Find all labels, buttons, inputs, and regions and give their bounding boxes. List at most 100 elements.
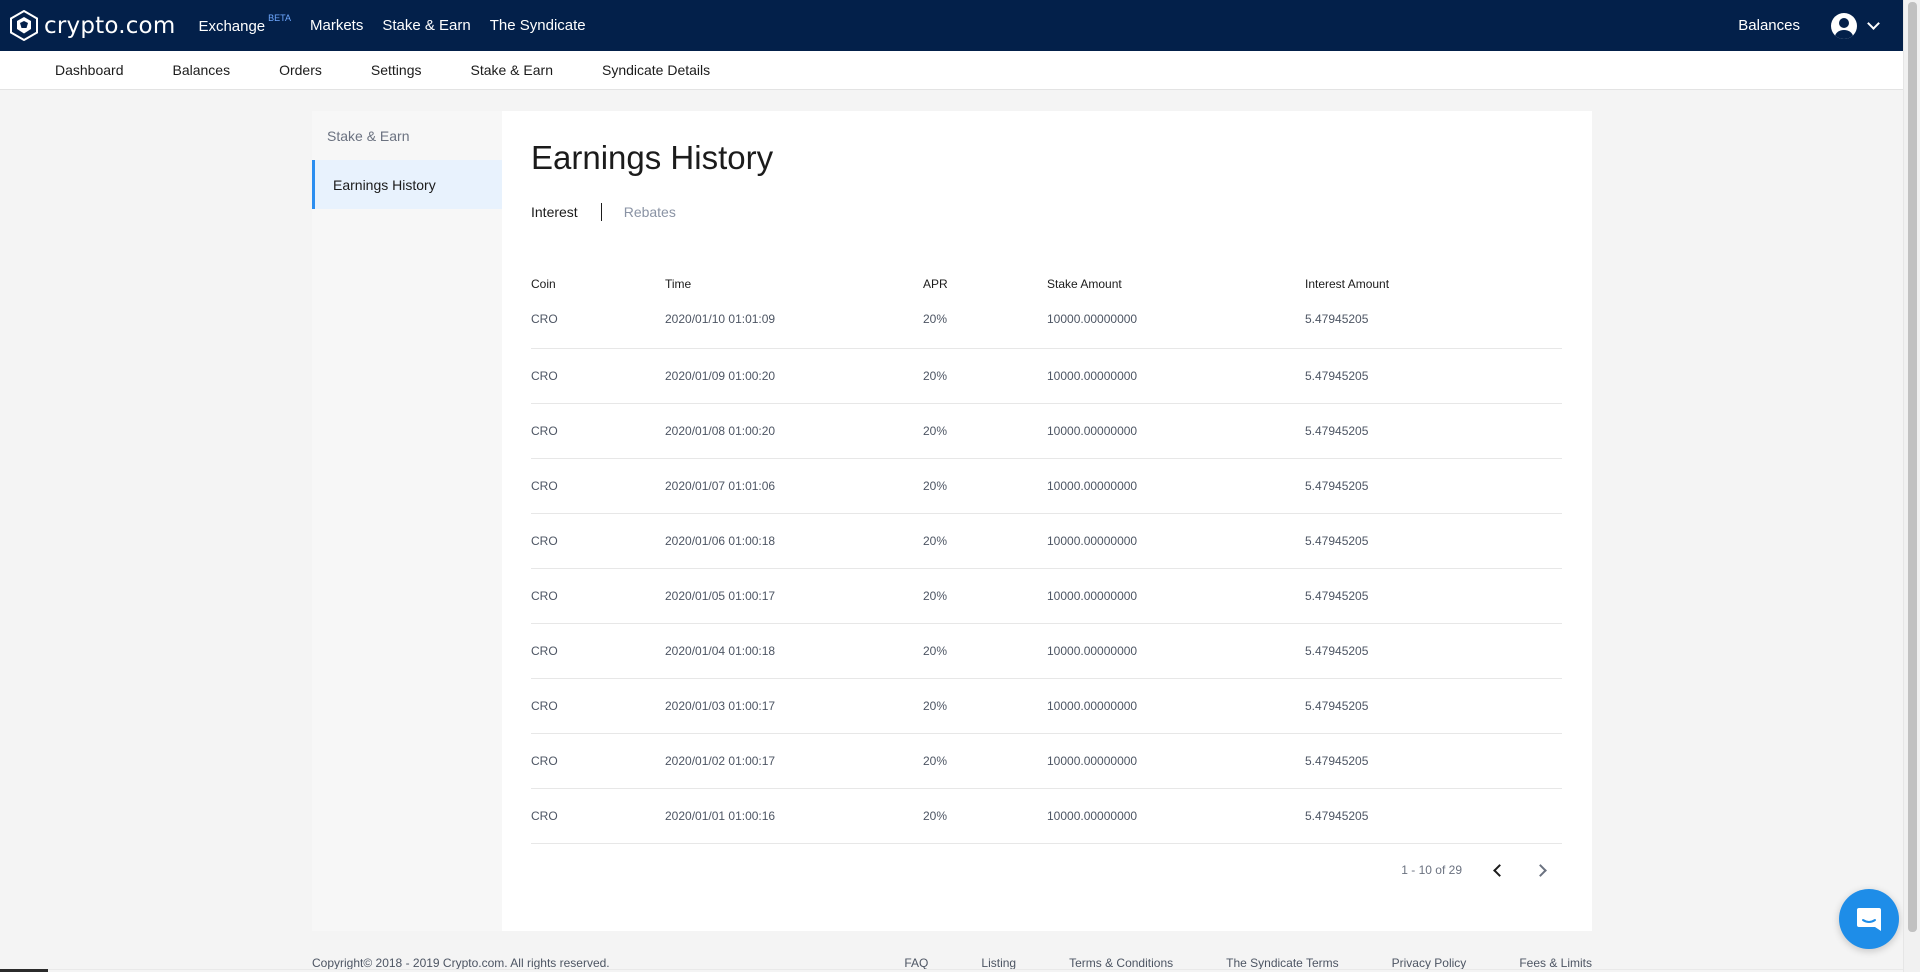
cell-coin: CRO — [531, 458, 665, 514]
table-row: CRO 2020/01/04 01:00:18 20% 10000.000000… — [531, 623, 1562, 679]
crypto-lion-shield-icon — [10, 10, 38, 41]
sub-navbar: Dashboard Balances Orders Settings Stake… — [0, 51, 1903, 90]
cell-stake-amount: 10000.00000000 — [1047, 513, 1305, 569]
main-panel: Earnings History Interest Rebates Coin T… — [502, 111, 1592, 931]
column-header-interest-amount: Interest Amount — [1305, 277, 1390, 291]
cell-stake-amount: 10000.00000000 — [1047, 788, 1305, 844]
cell-time: 2020/01/05 01:00:17 — [665, 568, 923, 624]
cell-interest-amount: 5.47945205 — [1305, 678, 1562, 734]
cell-time: 2020/01/04 01:00:18 — [665, 623, 923, 679]
cell-time: 2020/01/02 01:00:17 — [665, 733, 923, 789]
cell-coin: CRO — [531, 788, 665, 844]
cell-interest-amount: 5.47945205 — [1305, 403, 1562, 459]
nav-the-syndicate[interactable]: The Syndicate — [490, 17, 586, 34]
cell-stake-amount: 10000.00000000 — [1047, 623, 1305, 679]
tab-interest[interactable]: Interest — [531, 204, 578, 220]
subnav-dashboard[interactable]: Dashboard — [55, 62, 124, 78]
sidebar: Stake & Earn Earnings History — [312, 111, 502, 931]
chat-launcher-button[interactable] — [1839, 889, 1899, 949]
footer-link-listing[interactable]: Listing — [981, 956, 1016, 970]
table-row: CRO 2020/01/06 01:00:18 20% 10000.000000… — [531, 513, 1562, 569]
table-row: CRO 2020/01/10 01:01:09 20% 10000.000000… — [531, 306, 1562, 349]
cell-interest-amount: 5.47945205 — [1305, 306, 1562, 349]
cell-coin: CRO — [531, 306, 665, 349]
subnav-syndicate-details[interactable]: Syndicate Details — [602, 62, 710, 78]
cell-interest-amount: 5.47945205 — [1305, 788, 1562, 844]
cell-stake-amount: 10000.00000000 — [1047, 403, 1305, 459]
table-row: CRO 2020/01/01 01:00:16 20% 10000.000000… — [531, 788, 1562, 844]
cell-apr: 20% — [923, 678, 1047, 734]
footer-link-fees-limits[interactable]: Fees & Limits — [1519, 956, 1592, 970]
footer-link-privacy-policy[interactable]: Privacy Policy — [1392, 956, 1467, 970]
table-row: CRO 2020/01/07 01:01:06 20% 10000.000000… — [531, 458, 1562, 514]
nav-markets[interactable]: Markets — [310, 17, 363, 34]
copyright-text: Copyright© 2018 - 2019 Crypto.com. All r… — [312, 955, 610, 970]
cell-coin: CRO — [531, 403, 665, 459]
cell-coin: CRO — [531, 678, 665, 734]
cell-stake-amount: 10000.00000000 — [1047, 678, 1305, 734]
footer-link-terms-conditions[interactable]: Terms & Conditions — [1069, 956, 1173, 970]
cell-coin: CRO — [531, 568, 665, 624]
table-row: CRO 2020/01/08 01:00:20 20% 10000.000000… — [531, 403, 1562, 459]
scrollbar-thumb[interactable] — [1908, 2, 1917, 932]
chevron-down-icon[interactable] — [1867, 16, 1880, 30]
cell-interest-amount: 5.47945205 — [1305, 513, 1562, 569]
balances-link[interactable]: Balances — [1738, 17, 1800, 34]
pagination: 1 - 10 of 29 — [1401, 863, 1563, 877]
chevron-right-icon[interactable] — [1534, 863, 1547, 877]
subnav-settings[interactable]: Settings — [371, 62, 422, 78]
cell-stake-amount: 10000.00000000 — [1047, 458, 1305, 514]
subnav-stake-earn[interactable]: Stake & Earn — [470, 62, 553, 78]
table-row: CRO 2020/01/03 01:00:17 20% 10000.000000… — [531, 678, 1562, 734]
cell-apr: 20% — [923, 306, 1047, 349]
cell-apr: 20% — [923, 513, 1047, 569]
column-header-stake-amount: Stake Amount — [1047, 277, 1122, 291]
cell-stake-amount: 10000.00000000 — [1047, 568, 1305, 624]
cell-time: 2020/01/09 01:00:20 — [665, 348, 923, 404]
table-row: CRO 2020/01/05 01:00:17 20% 10000.000000… — [531, 568, 1562, 624]
sidebar-item-earnings-history[interactable]: Earnings History — [312, 160, 502, 209]
cell-time: 2020/01/01 01:00:16 — [665, 788, 923, 844]
beta-badge: BETA — [268, 12, 291, 23]
cell-apr: 20% — [923, 568, 1047, 624]
subnav-balances[interactable]: Balances — [173, 62, 231, 78]
tab-divider — [600, 203, 602, 221]
footer-link-faq[interactable]: FAQ — [904, 956, 928, 970]
cell-coin: CRO — [531, 348, 665, 404]
logo-text: crypto.com — [44, 12, 176, 39]
cell-coin: CRO — [531, 513, 665, 569]
cell-time: 2020/01/07 01:01:06 — [665, 458, 923, 514]
cell-interest-amount: 5.47945205 — [1305, 733, 1562, 789]
cell-stake-amount: 10000.00000000 — [1047, 306, 1305, 349]
cell-apr: 20% — [923, 458, 1047, 514]
tabs: Interest Rebates — [531, 203, 676, 221]
cell-time: 2020/01/03 01:00:17 — [665, 678, 923, 734]
cell-time: 2020/01/08 01:00:20 — [665, 403, 923, 459]
table-header-row: Coin Time APR Stake Amount Interest Amou… — [531, 262, 1562, 306]
nav-exchange[interactable]: Exchange BETA — [198, 13, 291, 35]
user-circle-icon[interactable] — [1831, 12, 1857, 39]
sidebar-heading[interactable]: Stake & Earn — [312, 111, 502, 160]
cell-apr: 20% — [923, 348, 1047, 404]
table-row: CRO 2020/01/02 01:00:17 20% 10000.000000… — [531, 733, 1562, 789]
logo[interactable]: crypto.com — [10, 0, 175, 51]
footer-link-syndicate-terms[interactable]: The Syndicate Terms — [1226, 956, 1339, 970]
nav-stake-earn[interactable]: Stake & Earn — [382, 17, 470, 34]
cell-interest-amount: 5.47945205 — [1305, 458, 1562, 514]
cell-interest-amount: 5.47945205 — [1305, 568, 1562, 624]
main-nav: Exchange BETA Markets Stake & Earn The Sy… — [198, 13, 604, 35]
cell-time: 2020/01/10 01:01:09 — [665, 306, 923, 349]
cell-time: 2020/01/06 01:00:18 — [665, 513, 923, 569]
subnav-orders[interactable]: Orders — [279, 62, 322, 78]
cell-coin: CRO — [531, 733, 665, 789]
tab-rebates[interactable]: Rebates — [624, 204, 676, 220]
column-header-coin: Coin — [531, 277, 556, 291]
cell-interest-amount: 5.47945205 — [1305, 348, 1562, 404]
top-navbar: crypto.com Exchange BETA Markets Stake & … — [0, 0, 1903, 51]
vertical-scrollbar[interactable] — [1903, 0, 1920, 972]
cell-stake-amount: 10000.00000000 — [1047, 733, 1305, 789]
chat-bubble-icon — [1857, 908, 1881, 931]
chevron-left-icon[interactable] — [1493, 863, 1506, 877]
cell-apr: 20% — [923, 733, 1047, 789]
table-row: CRO 2020/01/09 01:00:20 20% 10000.000000… — [531, 348, 1562, 404]
